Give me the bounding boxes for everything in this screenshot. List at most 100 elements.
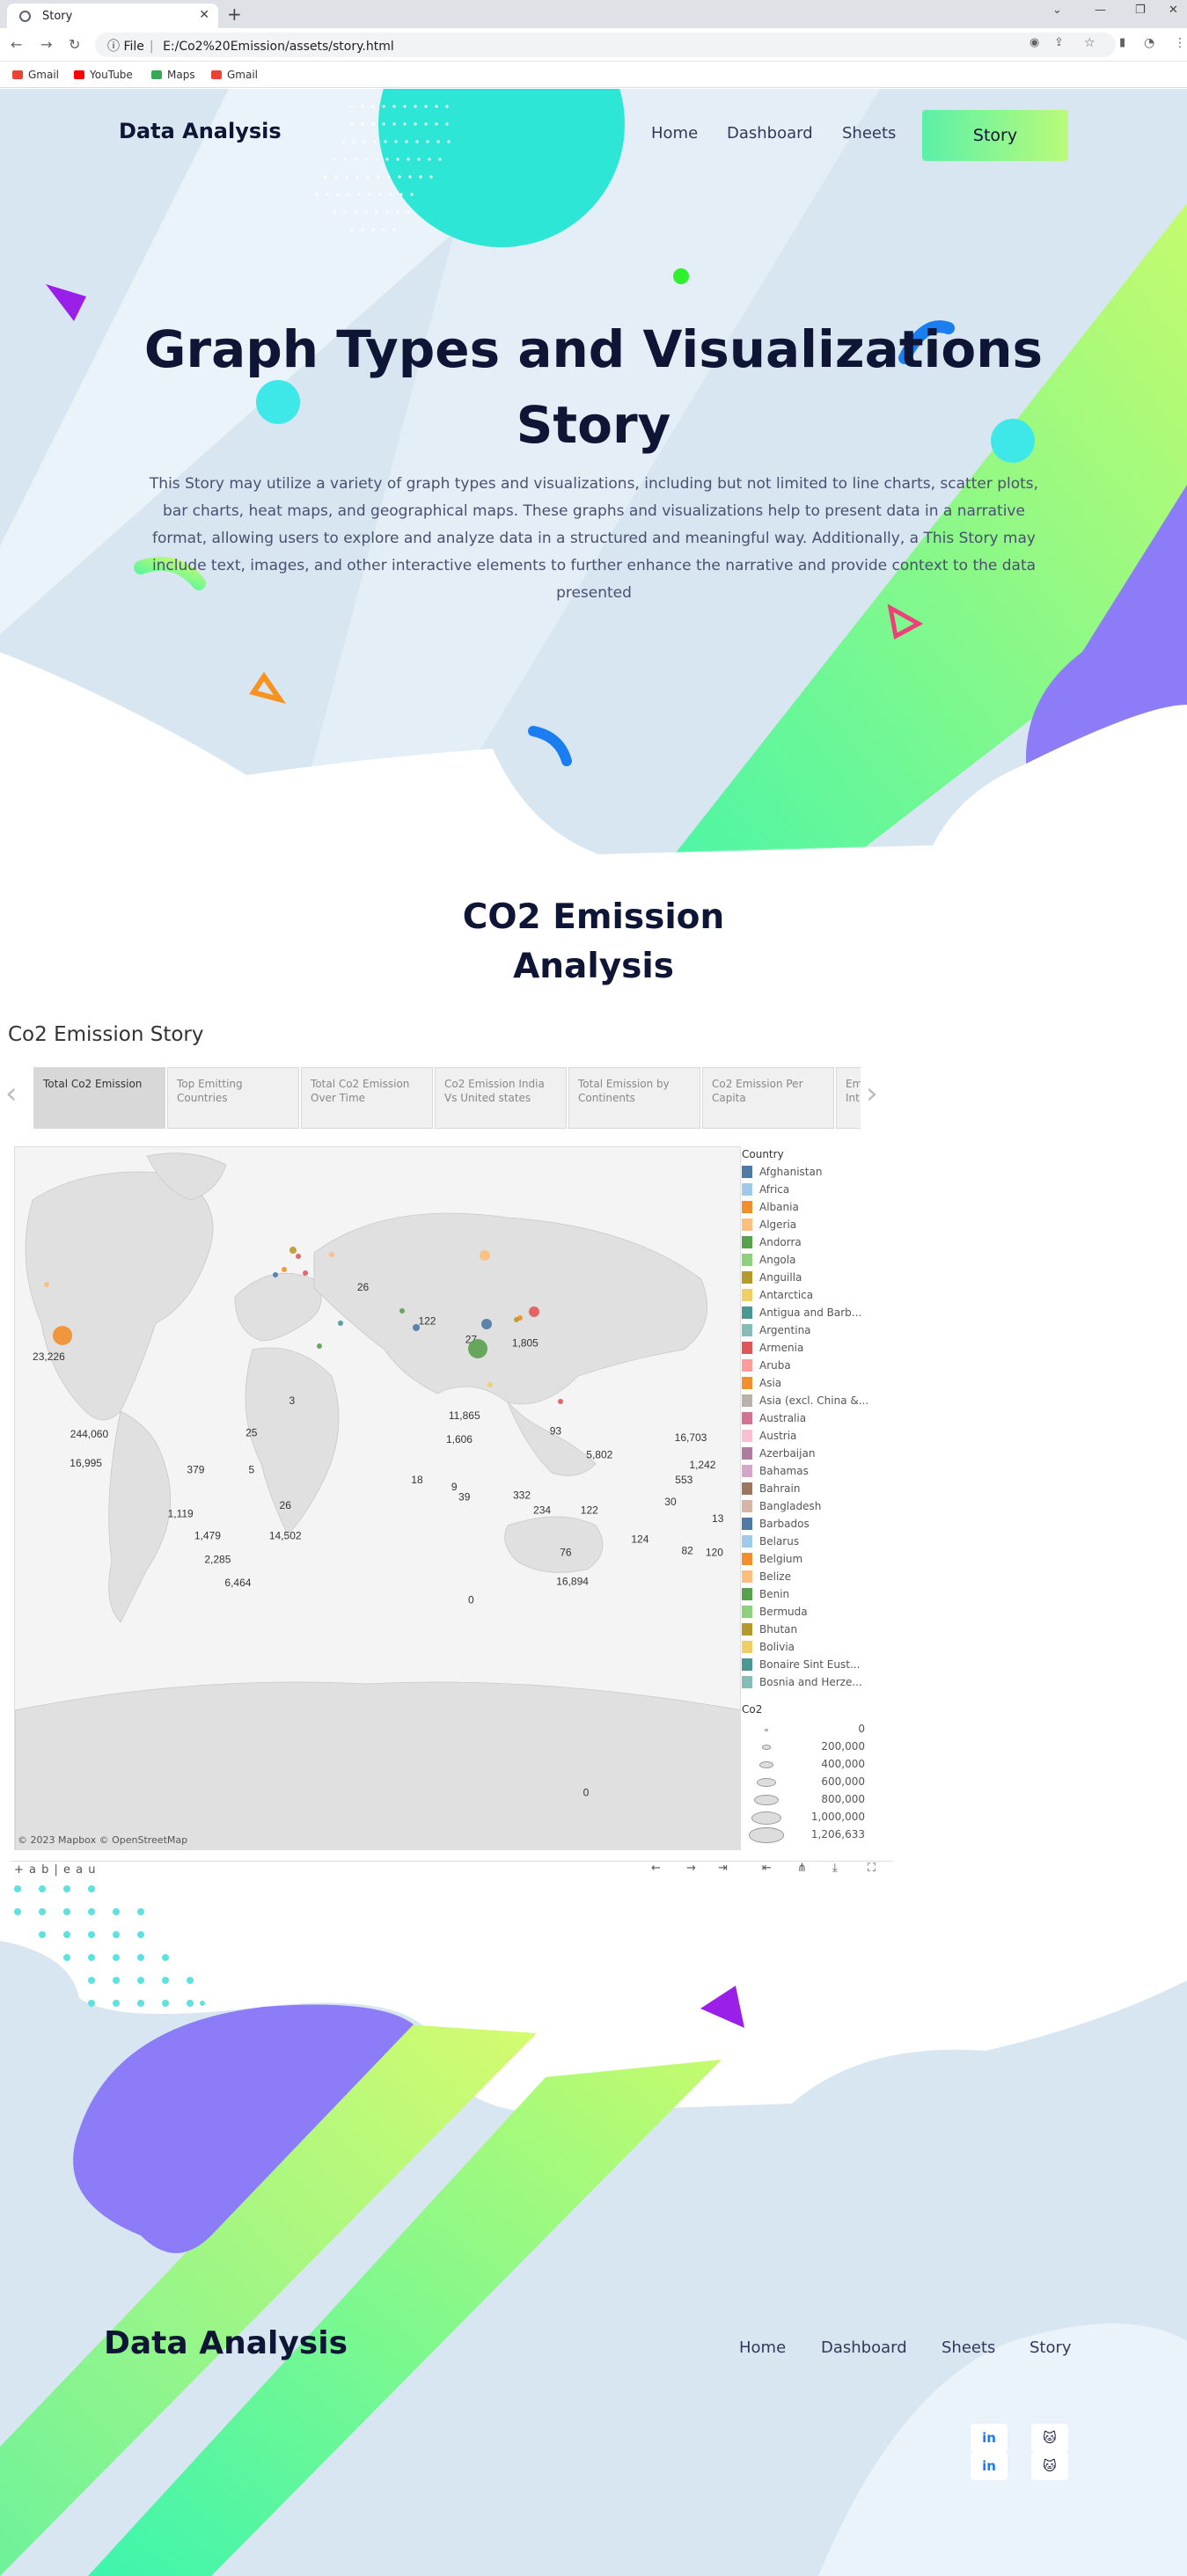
legend-swatch [742, 1570, 752, 1583]
legend-item[interactable]: Austria [742, 1430, 883, 1447]
profile-icon[interactable]: ◔ [1144, 36, 1154, 50]
story-point-tab[interactable]: Em Int [836, 1067, 861, 1129]
legend-item[interactable]: Antarctica [742, 1289, 883, 1306]
legend-item[interactable]: Algeria [742, 1218, 883, 1236]
legend-item[interactable]: Belgium [742, 1553, 883, 1570]
story-point-tab[interactable]: Top Emitting Countries [167, 1067, 299, 1129]
legend-item[interactable]: Bahrain [742, 1482, 883, 1500]
bookmark-gmail-2[interactable]: Gmail [211, 69, 258, 81]
redo-icon[interactable]: → [686, 1862, 696, 1875]
legend-item[interactable]: Argentina [742, 1324, 883, 1342]
footer-nav-story[interactable]: Story [1029, 2338, 1072, 2357]
legend-item[interactable]: Bermuda [742, 1606, 883, 1623]
legend-item[interactable]: Belize [742, 1570, 883, 1588]
legend-item[interactable]: Bangladesh [742, 1500, 883, 1518]
legend-item[interactable]: Anguilla [742, 1271, 883, 1289]
legend-item[interactable]: Bhutan [742, 1623, 883, 1641]
legend-item[interactable]: Armenia [742, 1342, 883, 1359]
legend-item[interactable]: Afghanistan [742, 1166, 883, 1183]
share-icon[interactable]: ⇪ [1054, 36, 1064, 49]
tableau-logo[interactable]: + a b | e a u [14, 1863, 97, 1877]
legend-item[interactable]: Belarus [742, 1535, 883, 1553]
revert-icon[interactable]: ⇥ [718, 1862, 728, 1875]
legend-label: Africa [759, 1183, 790, 1196]
bookmark-gmail[interactable]: Gmail [12, 69, 59, 81]
legend-item[interactable]: Bolivia [742, 1641, 883, 1658]
legend-item[interactable]: Angola [742, 1254, 883, 1271]
legend-item[interactable]: Australia [742, 1412, 883, 1430]
brand-logo[interactable]: Data Analysis [119, 119, 282, 143]
legend-item[interactable]: Bonaire Sint Eust... [742, 1658, 883, 1676]
legend-item[interactable]: Barbados [742, 1518, 883, 1535]
legend-item[interactable]: Asia (excl. China &... [742, 1394, 883, 1412]
back-icon[interactable]: ← [11, 36, 22, 53]
star-icon[interactable]: ☆ [1084, 36, 1095, 50]
map-attribution[interactable]: © 2023 Mapbox © OpenStreetMap [18, 1834, 187, 1846]
map-data-label: 1,479 [194, 1529, 221, 1541]
close-window-icon[interactable]: ✕ [1169, 4, 1178, 17]
footer-nav-dashboard[interactable]: Dashboard [821, 2338, 907, 2357]
story-point-tab[interactable]: Total Emission by Continents [568, 1067, 700, 1129]
eye-off-icon[interactable]: ◉ [1029, 36, 1039, 49]
forward-icon[interactable]: → [40, 36, 52, 53]
legend-item[interactable]: Azerbaijan [742, 1447, 883, 1465]
revert-all-icon[interactable]: ⇤ [762, 1862, 772, 1875]
legend-item[interactable]: Africa [742, 1183, 883, 1201]
map-data-label: 379 [187, 1464, 204, 1476]
legend-item[interactable]: Andorra [742, 1236, 883, 1254]
fullscreen-icon[interactable]: ⛶ [868, 1862, 876, 1875]
story-point-tab[interactable]: Total Co2 Emission Over Time [301, 1067, 433, 1129]
story-point-tab[interactable]: Co2 Emission Per Capita [702, 1067, 834, 1129]
github-icon[interactable]: 🐱 [1031, 2424, 1068, 2452]
nav-sheets[interactable]: Sheets [842, 124, 896, 143]
nav-dashboard[interactable]: Dashboard [727, 124, 813, 143]
restore-icon[interactable]: ❐ [1135, 4, 1146, 17]
github-icon[interactable]: 🐱 [1031, 2452, 1068, 2480]
close-tab-icon[interactable]: ✕ [199, 8, 209, 22]
footer-nav-home[interactable]: Home [739, 2338, 786, 2357]
hero-title-line1: Graph Types and Visualizations [143, 319, 1044, 379]
tab-search-icon[interactable]: ⌄ [1052, 4, 1062, 17]
browser-tab[interactable]: Story ✕ [7, 4, 218, 28]
download-icon[interactable]: ⤓ [832, 1862, 838, 1875]
maps-icon [151, 70, 162, 79]
legend-item[interactable]: Bosnia and Herze... [742, 1676, 883, 1694]
linkedin-icon[interactable]: in [971, 2452, 1007, 2480]
prev-story-point-icon[interactable]: ‹ [5, 1076, 18, 1111]
legend-swatch [742, 1236, 752, 1248]
legend-item[interactable]: Albania [742, 1201, 883, 1218]
address-field[interactable]: ⓘ File | E:/Co2%20Emission/assets/story.h… [95, 33, 1116, 57]
reload-icon[interactable]: ↻ [69, 36, 80, 53]
size-legend-item: 0 [742, 1721, 883, 1738]
legend-label: Austria [759, 1430, 797, 1442]
legend-label: Argentina [759, 1324, 811, 1336]
sidebar-icon[interactable]: ▮ [1119, 36, 1125, 49]
story-points-navigator: Total Co2 Emission Top Emitting Countrie… [33, 1067, 861, 1129]
linkedin-icon[interactable]: in [971, 2424, 1007, 2452]
next-story-point-icon[interactable]: › [866, 1076, 878, 1111]
new-tab-icon[interactable]: + [227, 4, 242, 25]
nav-story-button[interactable]: Story [922, 110, 1068, 161]
undo-icon[interactable]: ← [651, 1862, 661, 1875]
legend-item[interactable]: Benin [742, 1588, 883, 1606]
legend-item[interactable]: Antigua and Barb... [742, 1306, 883, 1324]
nav-home[interactable]: Home [651, 124, 698, 143]
legend-item[interactable]: Asia [742, 1377, 883, 1394]
legend-item[interactable]: Aruba [742, 1359, 883, 1377]
hero-paragraph: This Story may utilize a variety of grap… [149, 475, 1039, 602]
share-icon[interactable]: ⋔ [797, 1862, 807, 1875]
legend-label: Algeria [759, 1218, 797, 1231]
story-point-tab[interactable]: Total Co2 Emission [33, 1067, 165, 1129]
world-map[interactable]: 26122271,80523,22683,77874531451,854244,… [14, 1146, 741, 1850]
story-point-tab[interactable]: Co2 Emission India Vs United states [435, 1067, 567, 1129]
bookmark-maps[interactable]: Maps [151, 69, 195, 81]
footer-brand[interactable]: Data Analysis [104, 2325, 348, 2361]
menu-icon[interactable]: ⋮ [1174, 36, 1186, 50]
footer-nav-sheets[interactable]: Sheets [942, 2338, 995, 2357]
map-data-label: 16,894 [556, 1575, 589, 1587]
gmail-icon [12, 70, 23, 79]
legend-item[interactable]: Bahamas [742, 1465, 883, 1482]
minimize-icon[interactable]: — [1095, 4, 1106, 17]
legend-swatch [742, 1606, 752, 1618]
bookmark-youtube[interactable]: YouTube [74, 69, 133, 81]
